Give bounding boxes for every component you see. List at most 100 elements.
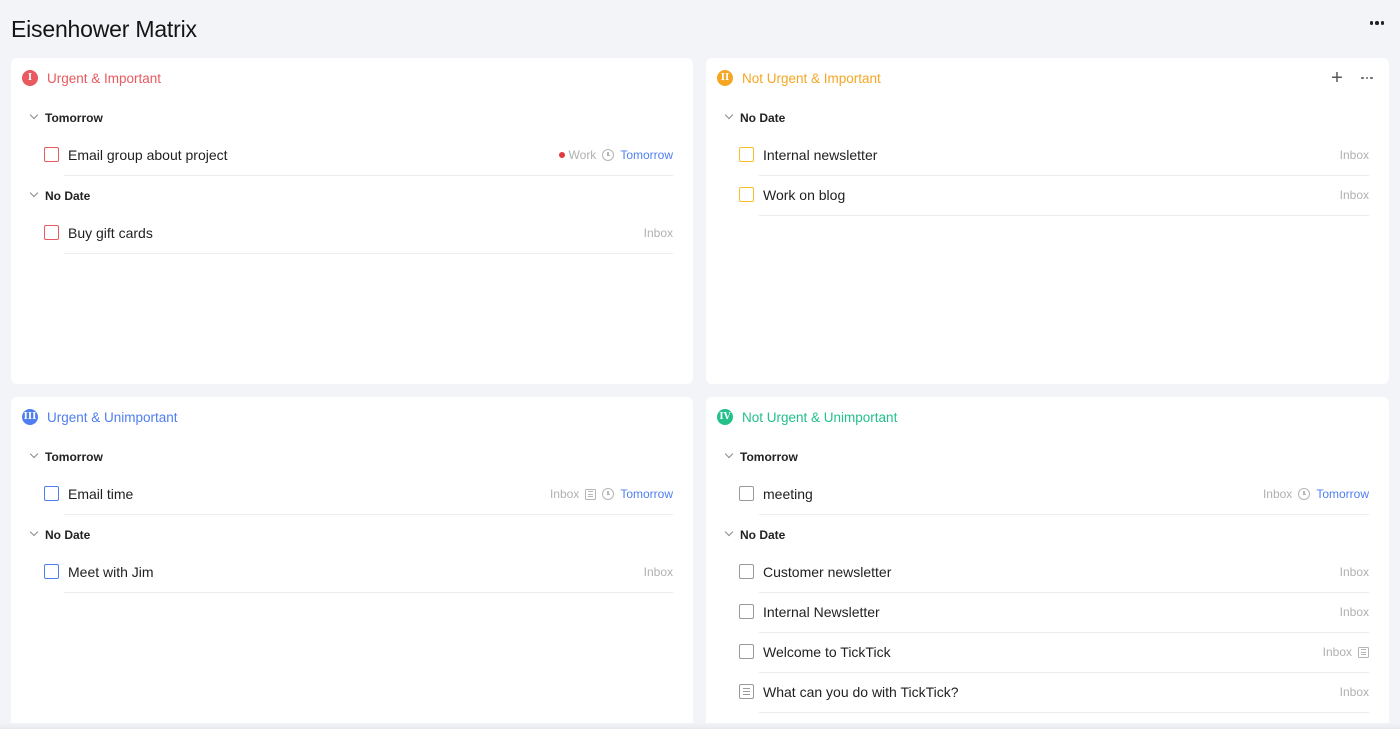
task-list-name: Inbox xyxy=(1339,148,1369,162)
task-checkbox[interactable] xyxy=(44,486,59,501)
task-meta: Inbox xyxy=(1340,565,1369,579)
group-header-no-date[interactable]: No Date xyxy=(706,515,1389,553)
chevron-down-icon xyxy=(29,527,39,537)
group-label: Tomorrow xyxy=(740,450,798,464)
task-meta: Inbox xyxy=(1323,645,1369,659)
quadrant-badge-icon: I xyxy=(22,70,38,86)
quadrant-badge-icon: III xyxy=(22,409,38,425)
task-row[interactable]: Email group about project Work Tomorrow xyxy=(11,136,693,176)
quadrant-more-icon[interactable] xyxy=(1357,68,1377,88)
task-list-name: Inbox xyxy=(1262,487,1293,501)
task-checkbox[interactable] xyxy=(739,644,754,659)
more-options-icon[interactable] xyxy=(1368,14,1386,32)
quadrant-urgent-important: I Urgent & Important Tomorrow Email grou… xyxy=(11,58,693,384)
note-task-icon[interactable] xyxy=(739,684,754,699)
top-bar: Eisenhower Matrix xyxy=(0,0,1400,58)
task-meta: Inbox Tomorrow xyxy=(550,487,673,501)
chevron-down-icon xyxy=(29,110,39,120)
task-title[interactable]: Email time xyxy=(68,486,133,502)
task-list-name: Inbox xyxy=(1339,188,1369,202)
group-label: No Date xyxy=(740,111,786,125)
quadrant-not-urgent-unimportant: IV Not Urgent & Unimportant Tomorrow mee… xyxy=(706,397,1389,729)
bottom-edge xyxy=(0,723,1400,729)
task-title[interactable]: Customer newsletter xyxy=(763,564,891,580)
quadrant-badge-icon: IV xyxy=(717,409,733,425)
quadrant-header: II Not Urgent & Important + xyxy=(706,58,1389,98)
task-row[interactable]: Internal Newsletter Inbox xyxy=(706,593,1389,633)
quadrant-title[interactable]: Not Urgent & Important xyxy=(742,71,881,86)
group-header-no-date[interactable]: No Date xyxy=(706,98,1389,136)
task-list-name: Inbox xyxy=(1339,565,1369,579)
task-meta: Inbox xyxy=(1340,685,1369,699)
task-title[interactable]: Buy gift cards xyxy=(68,225,153,241)
task-row[interactable]: Buy gift cards Inbox xyxy=(11,214,693,254)
group-header-tomorrow[interactable]: Tomorrow xyxy=(11,98,693,136)
reminder-clock-icon xyxy=(602,488,615,500)
task-checkbox[interactable] xyxy=(739,147,754,162)
task-checkbox[interactable] xyxy=(739,564,754,579)
task-meta: Inbox xyxy=(644,565,673,579)
task-title[interactable]: Email group about project xyxy=(68,147,228,163)
task-meta: Work Tomorrow xyxy=(558,148,673,162)
group-label: No Date xyxy=(45,189,91,203)
group-label: No Date xyxy=(740,528,786,542)
task-row[interactable]: What can you do with TickTick? Inbox xyxy=(706,673,1389,713)
task-meta: Inbox xyxy=(1340,188,1369,202)
task-row[interactable]: Meet with Jim Inbox xyxy=(11,553,693,593)
quadrant-urgent-unimportant: III Urgent & Unimportant Tomorrow Email … xyxy=(11,397,693,729)
list-color-dot-icon xyxy=(558,152,565,158)
reminder-clock-icon xyxy=(1298,488,1311,500)
task-list-name: Inbox xyxy=(1339,685,1369,699)
task-list-name: Inbox xyxy=(1339,605,1369,619)
note-icon xyxy=(1358,646,1369,658)
add-task-plus-icon[interactable]: + xyxy=(1327,68,1347,88)
task-list-name: Inbox xyxy=(643,226,673,240)
group-header-no-date[interactable]: No Date xyxy=(11,515,693,553)
task-title[interactable]: meeting xyxy=(763,486,813,502)
task-checkbox[interactable] xyxy=(44,564,59,579)
group-header-tomorrow[interactable]: Tomorrow xyxy=(11,437,693,475)
chevron-down-icon xyxy=(724,110,734,120)
quadrant-title[interactable]: Not Urgent & Unimportant xyxy=(742,410,897,425)
task-checkbox[interactable] xyxy=(739,187,754,202)
group-header-tomorrow[interactable]: Tomorrow xyxy=(706,437,1389,475)
task-meta: Inbox xyxy=(1340,148,1369,162)
chevron-down-icon xyxy=(724,527,734,537)
task-row[interactable]: Internal newsletter Inbox xyxy=(706,136,1389,176)
task-checkbox[interactable] xyxy=(44,225,59,240)
quadrant-title[interactable]: Urgent & Unimportant xyxy=(47,410,178,425)
task-due-date: Tomorrow xyxy=(620,148,673,162)
task-due-date: Tomorrow xyxy=(620,487,673,501)
quadrant-actions: + xyxy=(1327,68,1377,88)
group-header-no-date[interactable]: No Date xyxy=(11,176,693,214)
chevron-down-icon xyxy=(29,449,39,459)
task-title[interactable]: Internal newsletter xyxy=(763,147,877,163)
task-row[interactable]: Email time Inbox Tomorrow xyxy=(11,475,693,515)
quadrant-badge-icon: II xyxy=(717,70,733,86)
task-meta: Inbox Tomorrow xyxy=(1263,487,1369,501)
reminder-clock-icon xyxy=(602,149,615,161)
task-title[interactable]: Meet with Jim xyxy=(68,564,154,580)
task-row[interactable]: Customer newsletter Inbox xyxy=(706,553,1389,593)
chevron-down-icon xyxy=(29,188,39,198)
task-checkbox[interactable] xyxy=(739,486,754,501)
task-title[interactable]: Internal Newsletter xyxy=(763,604,880,620)
task-meta: Inbox xyxy=(1340,605,1369,619)
task-list-name: Inbox xyxy=(549,487,580,501)
quadrant-header: III Urgent & Unimportant xyxy=(11,397,693,437)
quadrant-title[interactable]: Urgent & Important xyxy=(47,71,161,86)
quadrant-header: I Urgent & Important xyxy=(11,58,693,98)
task-row[interactable]: Welcome to TickTick Inbox xyxy=(706,633,1389,673)
note-icon xyxy=(585,488,597,500)
task-title[interactable]: Work on blog xyxy=(763,187,845,203)
task-meta: Inbox xyxy=(644,226,673,240)
group-label: Tomorrow xyxy=(45,111,103,125)
task-checkbox[interactable] xyxy=(739,604,754,619)
task-checkbox[interactable] xyxy=(44,147,59,162)
task-row[interactable]: Work on blog Inbox xyxy=(706,176,1389,216)
task-list-name: Work xyxy=(568,148,597,162)
task-title[interactable]: Welcome to TickTick xyxy=(763,644,891,660)
task-row[interactable]: meeting Inbox Tomorrow xyxy=(706,475,1389,515)
task-title[interactable]: What can you do with TickTick? xyxy=(763,684,959,700)
group-label: Tomorrow xyxy=(45,450,103,464)
